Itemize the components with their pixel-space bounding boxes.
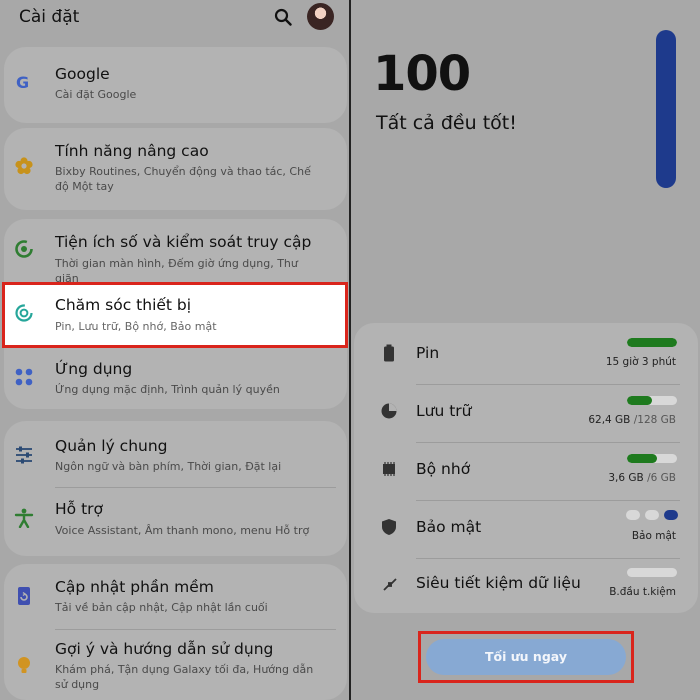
accessibility-icon — [14, 508, 34, 528]
row-value: Bảo mật — [631, 530, 676, 542]
row-security[interactable]: Bảo mật Bảo mật — [354, 500, 698, 558]
tips-icon — [18, 657, 30, 673]
row-value: 3,6 GB /6 GB — [608, 472, 676, 484]
item-subtitle: Pin, Lưu trữ, Bộ nhớ, Bảo mật — [55, 320, 217, 333]
item-title: Cập nhật phần mềm — [55, 578, 214, 596]
data-saver-progress-bar — [627, 568, 677, 577]
optimize-now-button[interactable]: Tối ưu ngay — [426, 639, 626, 675]
item-subtitle: Bixby Routines, Chuyển động và thao tác,… — [55, 165, 311, 193]
row-label: Siêu tiết kiệm dữ liệu — [416, 574, 581, 592]
memory-progress-bar — [627, 454, 677, 463]
storage-used: 62,4 GB — [588, 414, 631, 426]
item-subtitle: Ngôn ngữ và bàn phím, Thời gian, Đặt lại — [55, 460, 282, 473]
google-icon: G — [16, 73, 29, 92]
settings-item-software-update[interactable]: Cập nhật phần mềm Tải về bản cập nhật, C… — [0, 574, 343, 624]
row-label: Bộ nhớ — [416, 460, 471, 478]
device-score: 100 — [373, 46, 471, 102]
svg-text:G: G — [16, 73, 29, 92]
item-subtitle: Cài đặt Google — [55, 88, 137, 101]
settings-item-tips[interactable]: Gợi ý và hướng dẫn sử dụng Khám phá, Tận… — [0, 637, 343, 699]
item-title: Google — [55, 65, 110, 83]
security-status-dots — [626, 510, 678, 520]
memory-icon — [383, 462, 395, 476]
page-title: Cài đặt — [19, 7, 80, 27]
status-text: Tất cả đều tốt! — [376, 112, 517, 134]
storage-progress-bar — [627, 396, 677, 405]
settings-item-device-care[interactable]: Chăm sóc thiết bị Pin, Lưu trữ, Bộ nhớ, … — [0, 288, 343, 344]
row-label: Bảo mật — [416, 518, 482, 536]
row-battery[interactable]: Pin 15 giờ 3 phút — [354, 326, 698, 384]
settings-item-accessibility[interactable]: Hỗ trợ Voice Assistant, Âm thanh mono, m… — [0, 496, 343, 546]
row-value: 62,4 GB /128 GB — [588, 414, 676, 426]
storage-total: /128 GB — [633, 414, 676, 426]
device-status-card: Pin 15 giờ 3 phút Lưu trữ 62,4 GB /128 G… — [354, 323, 698, 613]
storage-icon — [381, 403, 397, 419]
shield-icon — [382, 519, 396, 535]
score-indicator-bar — [656, 30, 676, 188]
avatar[interactable] — [307, 3, 334, 30]
divider — [55, 629, 336, 630]
digital-wellbeing-icon — [15, 240, 33, 258]
row-storage[interactable]: Lưu trữ 62,4 GB /128 GB — [354, 384, 698, 442]
battery-icon — [384, 344, 394, 362]
optimize-button-highlight: Tối ưu ngay — [418, 631, 634, 683]
divider — [55, 487, 336, 488]
item-title: Quản lý chung — [55, 437, 168, 455]
item-title: Chăm sóc thiết bị — [55, 296, 192, 314]
settings-item-google[interactable]: G Google Cài đặt Google — [0, 60, 343, 110]
row-value: 15 giờ 3 phút — [605, 356, 676, 368]
settings-panel: Cài đặt G Google Cài đặt Google Tính năn… — [0, 0, 350, 700]
item-subtitle: Ứng dụng mặc định, Trình quản lý quyền — [55, 383, 280, 396]
item-title: Ứng dụng — [55, 360, 133, 378]
advanced-features-icon — [15, 157, 33, 175]
row-value: B.đầu t.kiệm — [609, 586, 676, 598]
apps-icon — [15, 368, 33, 386]
item-title: Tiện ích số và kiểm soát truy cập — [55, 233, 312, 251]
device-care-icon — [15, 304, 33, 322]
settings-item-apps[interactable]: Ứng dụng Ứng dụng mặc định, Trình quản l… — [0, 355, 343, 401]
item-subtitle: Tải về bản cập nhật, Cập nhật lần cuối — [55, 601, 268, 614]
data-saver-icon — [383, 578, 397, 591]
settings-item-advanced-features[interactable]: Tính năng nâng cao Bixby Routines, Chuyể… — [0, 138, 343, 200]
item-subtitle: Khám phá, Tận dụng Galaxy tối đa, Hướng … — [55, 663, 314, 691]
general-management-icon — [16, 446, 32, 464]
search-icon[interactable] — [274, 8, 292, 26]
row-label: Lưu trữ — [416, 402, 472, 420]
settings-item-digital-wellbeing[interactable]: Tiện ích số và kiểm soát truy cập Thời g… — [0, 228, 343, 285]
row-label: Pin — [416, 344, 440, 362]
item-title: Tính năng nâng cao — [55, 142, 209, 160]
item-title: Gợi ý và hướng dẫn sử dụng — [55, 640, 274, 658]
device-care-panel: 100 Tất cả đều tốt! Pin 15 giờ 3 phút Lư… — [351, 0, 700, 700]
memory-used: 3,6 GB — [608, 472, 644, 484]
item-title: Hỗ trợ — [55, 500, 103, 518]
battery-progress-bar — [627, 338, 677, 347]
row-memory[interactable]: Bộ nhớ 3,6 GB /6 GB — [354, 442, 698, 500]
memory-total: /6 GB — [647, 472, 676, 484]
settings-header: Cài đặt — [0, 0, 350, 36]
software-update-icon — [18, 587, 30, 605]
settings-item-general-management[interactable]: Quản lý chung Ngôn ngữ và bàn phím, Thời… — [0, 432, 343, 482]
item-subtitle: Voice Assistant, Âm thanh mono, menu Hỗ … — [55, 524, 310, 537]
row-data-saver[interactable]: Siêu tiết kiệm dữ liệu B.đầu t.kiệm — [354, 558, 698, 616]
